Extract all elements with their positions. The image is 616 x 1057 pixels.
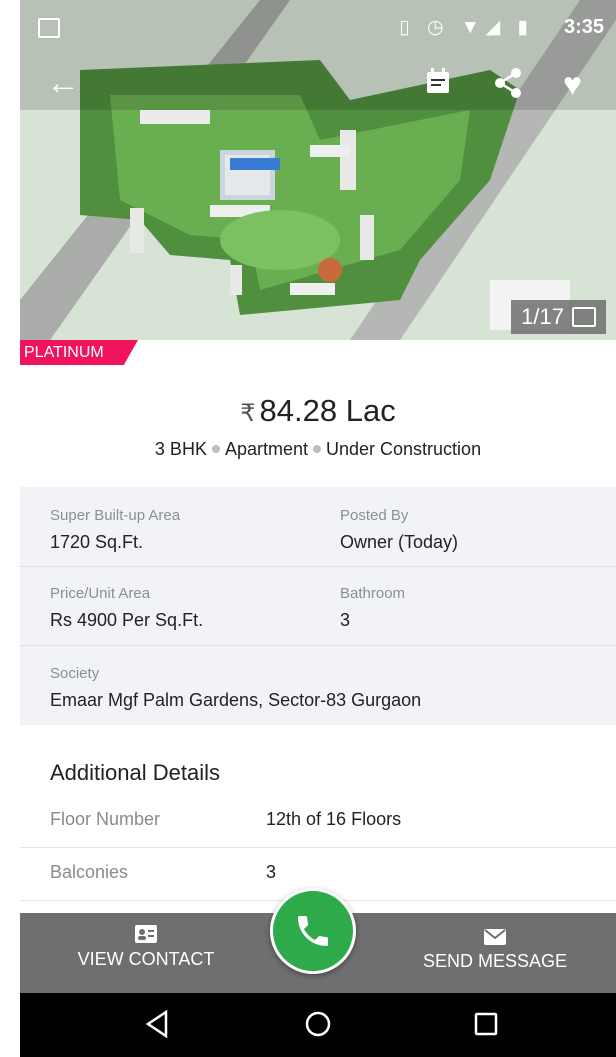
- floor-number-value: 12th of 16 Floors: [266, 809, 402, 829]
- property-summary: 3 BHK Apartment Under Construction: [20, 439, 616, 460]
- image-notification-icon: [38, 18, 60, 38]
- image-counter-text: 1/17: [521, 304, 564, 329]
- detail-row-floor: Floor Number 12th of 16 Floors: [20, 795, 616, 848]
- balconies-value: 3: [266, 862, 277, 882]
- status-bar: ▯ ◷ ▼◢ ▮ 3:35: [20, 0, 616, 54]
- view-contact-button[interactable]: VIEW CONTACT: [76, 925, 216, 970]
- view-contact-label: VIEW CONTACT: [77, 949, 215, 969]
- balconies-label: Balconies: [50, 862, 129, 882]
- send-message-label: SEND MESSAGE: [422, 951, 568, 971]
- society-value: Emaar Mgf Palm Gardens, Sector-83 Gurgao…: [50, 690, 422, 710]
- call-button[interactable]: [270, 888, 356, 974]
- property-image[interactable]: ▯ ◷ ▼◢ ▮ 3:35 ← ♥ 1/17: [20, 0, 616, 340]
- society-cell: Society Emaar Mgf Palm Gardens, Sector-8…: [50, 665, 421, 711]
- nav-home-icon[interactable]: [303, 1009, 333, 1044]
- price-value: 84.28 Lac: [259, 393, 396, 428]
- share-icon[interactable]: [494, 68, 522, 103]
- price-unit-label: Price/Unit Area: [50, 585, 151, 602]
- contact-card-icon: [135, 925, 157, 943]
- property-detail-screen: ▯ ◷ ▼◢ ▮ 3:35 ← ♥ 1/17 PLATINUM ₹84.28 L…: [20, 0, 616, 1057]
- super-area-value: 1720 Sq.Ft.: [50, 532, 144, 552]
- system-nav-bar: [20, 993, 616, 1057]
- phone-icon: [298, 916, 328, 946]
- separator-dot: [313, 445, 321, 454]
- society-label: Society: [50, 665, 100, 682]
- posted-by-value: Owner (Today): [340, 532, 459, 552]
- bhk-text: 3 BHK: [154, 439, 207, 459]
- super-area-label: Super Built-up Area: [50, 507, 181, 524]
- platinum-badge: PLATINUM: [20, 340, 138, 365]
- key-details-panel: Super Built-up Area 1720 Sq.Ft. Posted B…: [20, 487, 616, 725]
- heart-icon[interactable]: ♥: [563, 66, 582, 103]
- bathroom-value: 3: [340, 610, 351, 630]
- status-icons: ▯ ◷ ▼◢ ▮: [399, 17, 534, 38]
- gallery-icon: [572, 307, 596, 327]
- rupee-icon: ₹: [240, 400, 256, 427]
- nav-back-icon[interactable]: [144, 1009, 172, 1044]
- mail-icon: [484, 929, 506, 945]
- additional-details-heading: Additional Details: [50, 760, 220, 785]
- floor-number-label: Floor Number: [50, 809, 161, 829]
- price-unit-value: Rs 4900 Per Sq.Ft.: [50, 610, 204, 630]
- type-text: Apartment: [224, 439, 308, 459]
- posted-by-cell: Posted By Owner (Today): [340, 507, 458, 553]
- price: ₹84.28 Lac: [20, 393, 616, 429]
- nav-recents-icon[interactable]: [472, 1009, 500, 1044]
- bathroom-label: Bathroom: [340, 585, 406, 602]
- image-counter[interactable]: 1/17: [511, 300, 606, 334]
- status-time: 3:35: [563, 16, 604, 38]
- calendar-icon[interactable]: [426, 68, 450, 99]
- separator-dot: [211, 445, 220, 454]
- price-unit-cell: Price/Unit Area Rs 4900 Per Sq.Ft.: [50, 585, 203, 631]
- posted-by-label: Posted By: [340, 507, 409, 524]
- super-area-cell: Super Built-up Area 1720 Sq.Ft.: [50, 507, 180, 553]
- send-message-button[interactable]: SEND MESSAGE: [410, 929, 580, 972]
- divider: [20, 645, 616, 646]
- bathroom-cell: Bathroom 3: [340, 585, 405, 631]
- divider: [20, 566, 616, 567]
- status-text: Under Construction: [326, 439, 482, 459]
- back-arrow-icon[interactable]: ←: [46, 66, 80, 100]
